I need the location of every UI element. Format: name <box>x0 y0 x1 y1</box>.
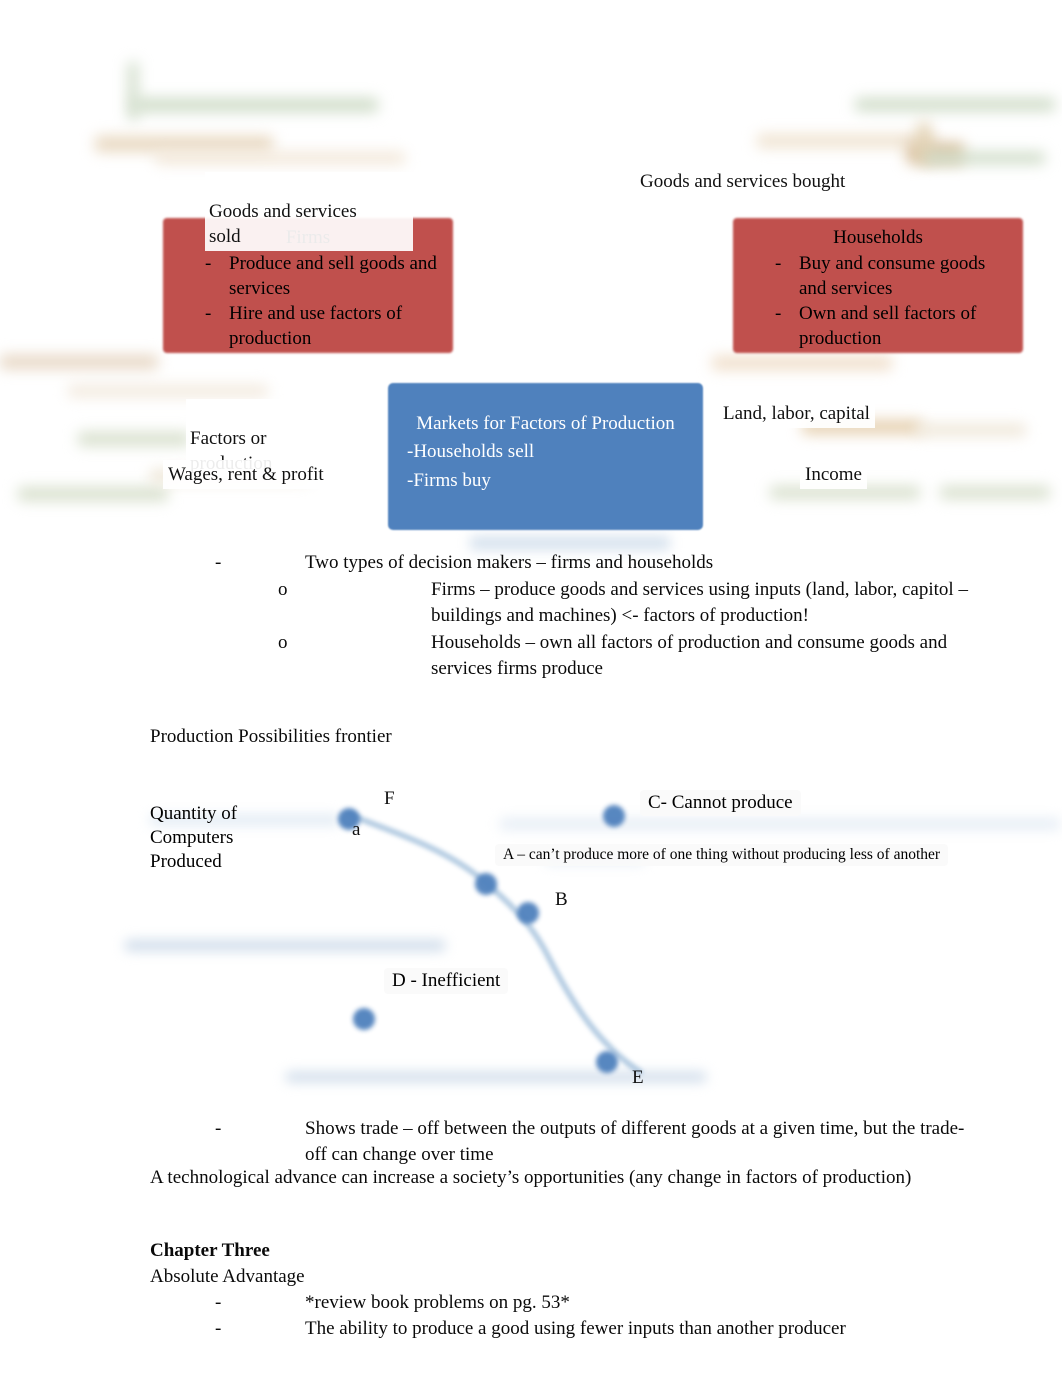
bullet-dash: - <box>775 253 782 274</box>
chart-point-C <box>603 805 625 827</box>
notes-list: - Two types of decision makers – firms a… <box>150 550 980 682</box>
chart-point-label-B-text: B <box>555 889 568 910</box>
bullet-dash: - <box>205 253 212 274</box>
decor-shape <box>925 152 1045 164</box>
markets-box-line-1: -Households sell <box>407 441 535 462</box>
decor-shape <box>470 536 670 550</box>
decor-shape <box>78 432 190 446</box>
chart-annotation-D-text: D - Inefficient <box>392 970 501 991</box>
bullet-dash: - <box>215 552 222 573</box>
households-bullet-2: Own and sell factors of production <box>799 303 977 349</box>
bullet-dash: - <box>205 303 212 324</box>
decor-shape <box>855 98 1055 111</box>
markets-box-content: Markets for Factors of Production -House… <box>388 410 703 495</box>
label-income: Income <box>800 460 867 489</box>
chart-point-label-E-text: E <box>632 1067 644 1088</box>
chart-point-label-B: B <box>555 889 568 911</box>
chart-point-D <box>353 1008 375 1030</box>
label-goods-services-sold-text: Goods and services sold <box>209 201 357 247</box>
chart-point-label-E: E <box>632 1067 644 1089</box>
label-income-text: Income <box>805 464 862 485</box>
decor-shape <box>133 98 378 112</box>
decor-shape <box>95 136 273 152</box>
label-goods-services-bought-text: Goods and services bought <box>640 171 846 192</box>
decor-shape <box>18 487 168 501</box>
firms-bullet-1: Produce and sell goods and services <box>229 253 437 299</box>
bullet-dash: - <box>215 1318 222 1339</box>
markets-box-line-2: -Firms buy <box>407 470 491 491</box>
chart-annotation-A: A – can’t produce more of one thing with… <box>495 844 949 866</box>
tradeoff-bullet-row: - Shows trade – off between the outputs … <box>150 1116 980 1168</box>
chart-annotation-A-text: A – can’t produce more of one thing with… <box>503 846 941 863</box>
chart-point-A <box>475 873 497 895</box>
markets-box-title: Markets for Factors of Production <box>416 413 675 434</box>
chapter-three-heading-text: Chapter Three <box>150 1240 270 1261</box>
label-land-labor-capital-text: Land, labor, capital <box>723 403 870 424</box>
bullet-circle: o <box>278 632 288 653</box>
chart-annotation-C-text: C- Cannot produce <box>648 792 793 813</box>
chapter-three-bullet-2: The ability to produce a good using fewe… <box>305 1318 846 1339</box>
decor-shape <box>940 486 1050 499</box>
households-box-content: Households - Buy and consume goods and s… <box>733 224 1023 351</box>
chart-point-label-F: F <box>384 788 395 810</box>
decor-shape <box>155 152 405 164</box>
bullet-dash: - <box>775 303 782 324</box>
document-page: Firms - Produce and sell goods and servi… <box>0 0 1062 1376</box>
chart-point-label-a: a <box>352 819 360 841</box>
bullet-dash: - <box>215 1118 222 1139</box>
chart-point-label-a-text: a <box>352 819 361 840</box>
chart-ylabel-text: Quantity of Computers Produced <box>150 803 238 872</box>
ppf-chart: Quantity of Computers Produced F a B E C… <box>125 760 1062 1120</box>
chapter-three-bullet-1: *review book problems on pg. 53* <box>305 1292 570 1313</box>
chart-annotation-C: C- Cannot produce <box>640 790 801 816</box>
chart-ylabel: Quantity of Computers Produced <box>150 802 290 874</box>
decor-shape <box>916 424 1026 436</box>
label-goods-services-sold: Goods and services sold <box>205 172 413 251</box>
note-decision-makers: Two types of decision makers – firms and… <box>305 552 714 573</box>
ppf-heading: Production Possibilities frontier <box>150 726 392 747</box>
bullet-circle: o <box>278 579 288 600</box>
label-goods-services-bought: Goods and services bought <box>634 167 852 196</box>
chapter-three-heading: Chapter Three <box>150 1238 270 1264</box>
firms-bullet-2: Hire and use factors of production <box>229 303 403 349</box>
chart-point-B <box>517 902 539 924</box>
label-land-labor-capital: Land, labor, capital <box>718 399 875 428</box>
households-box-title: Households <box>833 227 923 248</box>
label-wages-rent-profit: Wages, rent & profit <box>163 460 329 489</box>
note-tech-advance: A technological advance can increase a s… <box>150 1167 912 1188</box>
label-wages-rent-profit-text: Wages, rent & profit <box>168 464 324 485</box>
households-bullet-1: Buy and consume goods and services <box>799 253 986 299</box>
chart-point-label-F-text: F <box>384 788 395 809</box>
decor-shape <box>68 385 268 397</box>
bullet-dash: - <box>215 1292 222 1313</box>
decor-shape <box>712 356 892 370</box>
chapter-three-bullets: - *review book problems on pg. 53* - The… <box>150 1290 980 1342</box>
chart-annotation-D: D - Inefficient <box>384 968 509 994</box>
note-sub-households: Households – own all factors of producti… <box>431 632 948 679</box>
decor-shape <box>0 355 158 369</box>
note-sub-firms: Firms – produce goods and services using… <box>431 579 968 626</box>
chapter-three-subheading: Absolute Advantage <box>150 1266 305 1287</box>
note-tradeoff: Shows trade – off between the outputs of… <box>305 1118 965 1165</box>
chart-point-E <box>596 1051 618 1073</box>
